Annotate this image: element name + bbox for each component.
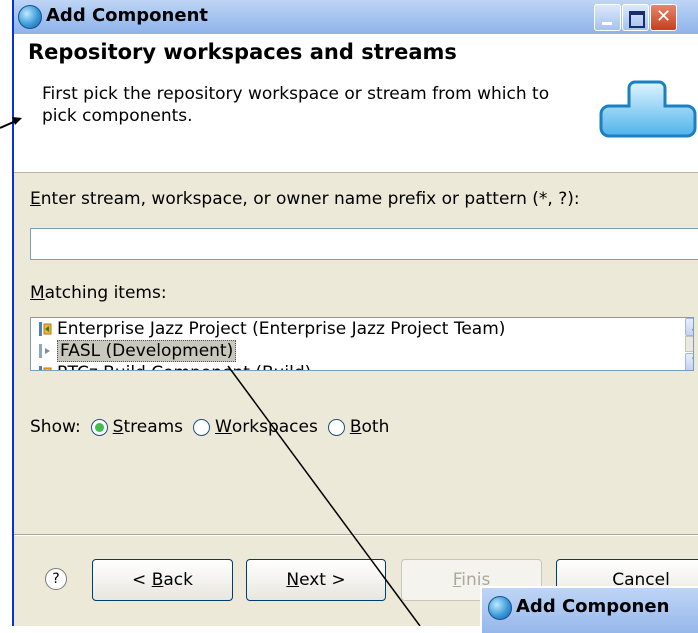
- close-button[interactable]: [650, 4, 677, 31]
- component-tee-icon: [599, 80, 697, 138]
- radio-checked-icon[interactable]: [90, 418, 108, 436]
- maximize-button[interactable]: [622, 4, 649, 31]
- streams-radio[interactable]: Streams: [90, 417, 183, 437]
- list-scrollbar[interactable]: ▲ ▼: [685, 318, 693, 370]
- show-filter: Show: Streams Workspaces Both: [30, 417, 389, 437]
- help-icon[interactable]: ?: [45, 568, 67, 590]
- pattern-input[interactable]: [30, 228, 698, 260]
- back-button[interactable]: < Back: [92, 559, 233, 601]
- radio-icon[interactable]: [193, 418, 211, 436]
- stream-icon: [39, 322, 52, 336]
- both-radio[interactable]: Both: [327, 417, 389, 437]
- matching-items-label: Matching items:: [30, 283, 167, 303]
- list-item[interactable]: RTCz Build Component (Build): [31, 362, 693, 370]
- stream-icon: [39, 344, 50, 358]
- minimize-button[interactable]: [594, 4, 621, 31]
- title-bar[interactable]: Add Component: [14, 0, 698, 34]
- next-button[interactable]: Next >: [246, 559, 386, 601]
- scroll-down-icon[interactable]: ▼: [685, 353, 693, 370]
- component-globe-icon: [488, 596, 512, 620]
- workspaces-radio[interactable]: Workspaces: [193, 417, 318, 437]
- list-item-selected[interactable]: FASL (Development): [31, 340, 693, 362]
- scroll-thumb[interactable]: [685, 336, 693, 352]
- list-item[interactable]: Enterprise Jazz Project (Enterprise Jazz…: [31, 318, 693, 340]
- second-window-title: Add Componen: [516, 596, 670, 617]
- add-component-dialog: Add Component Repository workspaces and …: [12, 0, 698, 626]
- pattern-label: Enter stream, workspace, or owner name p…: [30, 189, 580, 209]
- button-bar-separator: [14, 534, 698, 536]
- component-globe-icon: [18, 5, 42, 29]
- banner-description: First pick the repository workspace or s…: [42, 84, 550, 126]
- matching-items-list[interactable]: Enterprise Jazz Project (Enterprise Jazz…: [30, 317, 694, 371]
- scroll-up-icon[interactable]: ▲: [685, 318, 693, 336]
- radio-icon[interactable]: [327, 418, 345, 436]
- banner-title: Repository workspaces and streams: [28, 40, 457, 64]
- stream-icon: [39, 366, 52, 370]
- window-title: Add Component: [46, 5, 208, 26]
- show-label: Show:: [30, 417, 81, 437]
